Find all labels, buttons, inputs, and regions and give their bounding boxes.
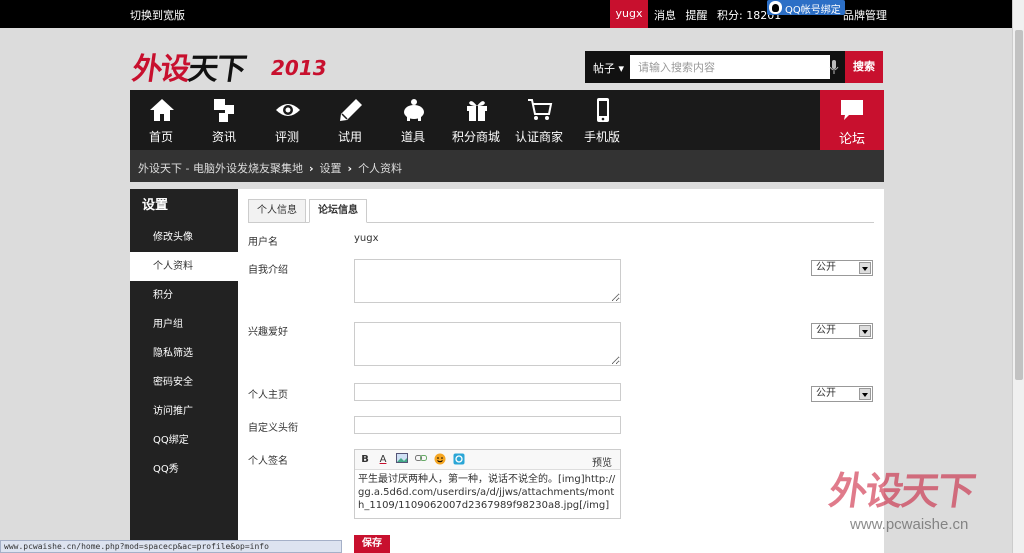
sidebar-item-usergroup[interactable]: 用户组 (130, 310, 238, 339)
breadcrumb-settings[interactable]: 设置 (320, 162, 342, 175)
nav-item-trial[interactable]: 试用 (319, 90, 381, 150)
font-color-icon[interactable]: A (376, 453, 390, 467)
tab-forum-info[interactable]: 论坛信息 (309, 199, 367, 223)
homepage-label: 个人主页 (248, 390, 288, 401)
nav-label: 论坛 (838, 132, 865, 147)
home-icon (150, 99, 174, 121)
qq-bind-button[interactable]: QQ帐号绑定 (767, 0, 845, 16)
editor-toolbar: B A 预览 (355, 450, 620, 470)
nav-label: 评测 (274, 130, 299, 144)
search-button[interactable]: 搜索 (845, 51, 883, 83)
nav-item-mobile[interactable]: 手机版 (571, 90, 633, 150)
dropdown-arrow-icon (859, 388, 871, 400)
hobby-textarea[interactable] (354, 322, 621, 366)
main-nav: 首页 资讯 评测 试用 道具 积分商城 认证商家 手机版 论坛 (130, 90, 884, 150)
username-value: yugx (354, 233, 379, 244)
search-category-dropdown[interactable]: 帖子 ▾ (593, 60, 624, 76)
chevron-right-icon: › (308, 162, 314, 175)
custom-title-label: 自定义头衔 (248, 423, 298, 434)
scrollbar-thumb[interactable] (1015, 30, 1023, 380)
profile-panel: 个人信息 论坛信息 用户名 yugx 自我介绍 公开 兴趣爱好 公开 个人主页 … (238, 189, 884, 553)
eye-icon (276, 104, 300, 116)
phone-icon (597, 98, 609, 122)
username-link[interactable]: yugx (610, 0, 648, 28)
signature-label: 个人签名 (248, 456, 288, 467)
sidebar-item-privacy[interactable]: 隐私筛选 (130, 339, 238, 368)
nav-label: 首页 (148, 130, 173, 144)
qq-emoticon-icon[interactable] (452, 453, 466, 467)
nav-item-props[interactable]: 道具 (382, 90, 444, 150)
logo-text: 外设天下 (130, 52, 247, 87)
blocks-icon (214, 99, 234, 122)
switch-wide-link[interactable]: 切换到宽版 (130, 7, 185, 23)
dropdown-arrow-icon (859, 325, 871, 337)
settings-sidebar: 设置 修改头像 个人资料 积分 用户组 隐私筛选 密码安全 访问推广 QQ绑定 … (130, 189, 238, 553)
bold-icon[interactable]: B (358, 453, 372, 467)
tab-personal-info[interactable]: 个人信息 (248, 199, 306, 223)
pencil-icon (340, 99, 362, 121)
save-button[interactable]: 保存 (354, 535, 390, 553)
brand-management-link[interactable]: 品牌管理 (843, 7, 887, 23)
gift-icon (467, 101, 487, 121)
bio-privacy-select[interactable]: 公开 (811, 260, 873, 276)
sidebar-title: 设置 (142, 198, 169, 213)
nav-item-forum[interactable]: 论坛 (820, 90, 884, 150)
sidebar-item-profile[interactable]: 个人资料 (130, 252, 238, 281)
piggy-icon (404, 99, 424, 121)
sidebar-item-qq-show[interactable]: QQ秀 (130, 455, 238, 484)
breadcrumb-home[interactable]: 外设天下 - 电脑外设发烧友聚集地 (138, 162, 303, 175)
sidebar-item-password[interactable]: 密码安全 (130, 368, 238, 397)
chat-bubble-icon (841, 100, 863, 120)
sidebar-item-promotion[interactable]: 访问推广 (130, 397, 238, 426)
messages-link[interactable]: 消息 (654, 9, 676, 22)
qq-bind-label: QQ帐号绑定 (785, 5, 841, 16)
cart-icon (528, 99, 553, 120)
username-label: 用户名 (248, 237, 278, 248)
hobby-label: 兴趣爱好 (248, 327, 288, 338)
bio-textarea[interactable] (354, 259, 621, 303)
signature-editor: B A 预览 平生最讨厌两种人，第一种，说话不说全的。[img]http://g… (354, 449, 621, 519)
profile-tabs: 个人信息 论坛信息 (248, 199, 874, 223)
microphone-icon[interactable] (829, 59, 839, 75)
smiley-icon[interactable] (433, 453, 447, 467)
nav-item-news[interactable]: 资讯 (193, 90, 255, 150)
chevron-right-icon: › (347, 162, 353, 175)
hobby-privacy-select[interactable]: 公开 (811, 323, 873, 339)
qq-penguin-icon (769, 1, 782, 14)
nav-item-merchants[interactable]: 认证商家 (508, 90, 570, 150)
reminders-link[interactable]: 提醒 (686, 9, 708, 22)
sidebar-item-qq-bind[interactable]: QQ绑定 (130, 426, 238, 455)
site-logo[interactable]: 外设天下 2013 (130, 44, 328, 87)
nav-label: 积分商城 (451, 130, 500, 144)
nav-label: 道具 (400, 130, 425, 144)
top-bar: 切换到宽版 yugx 消息 提醒 积分: 18201 QQ帐号绑定 品牌管理 (0, 0, 1024, 28)
sidebar-item-credits[interactable]: 积分 (130, 281, 238, 310)
search-input[interactable] (630, 55, 830, 79)
search-bar: 帖子 ▾ (585, 51, 845, 83)
bio-label: 自我介绍 (248, 265, 288, 276)
nav-label: 认证商家 (514, 130, 563, 144)
sidebar-item-avatar[interactable]: 修改头像 (130, 223, 238, 252)
homepage-input[interactable] (354, 383, 621, 401)
image-icon[interactable] (395, 453, 409, 467)
nav-label: 手机版 (583, 130, 620, 144)
nav-label: 试用 (337, 130, 362, 144)
custom-title-input[interactable] (354, 416, 621, 434)
browser-status-bar: www.pcwaishe.cn/home.php?mod=spacecp&ac=… (0, 540, 342, 553)
logo-year: 2013 (271, 56, 327, 80)
breadcrumb: 外设天下 - 电脑外设发烧友聚集地 › 设置 › 个人资料 (130, 150, 884, 182)
nav-item-home[interactable]: 首页 (130, 90, 192, 150)
breadcrumb-current: 个人资料 (358, 162, 403, 175)
preview-button[interactable]: 预览 (592, 454, 612, 469)
dropdown-arrow-icon (859, 262, 871, 274)
vertical-scrollbar[interactable] (1012, 0, 1024, 553)
link-icon[interactable] (414, 453, 428, 467)
nav-item-reviews[interactable]: 评测 (256, 90, 318, 150)
nav-label: 资讯 (211, 130, 236, 144)
signature-content[interactable]: 平生最讨厌两种人，第一种，说话不说全的。[img]http://gg.a.5d6… (355, 470, 620, 515)
homepage-privacy-select[interactable]: 公开 (811, 386, 873, 402)
nav-item-points-mall[interactable]: 积分商城 (445, 90, 507, 150)
